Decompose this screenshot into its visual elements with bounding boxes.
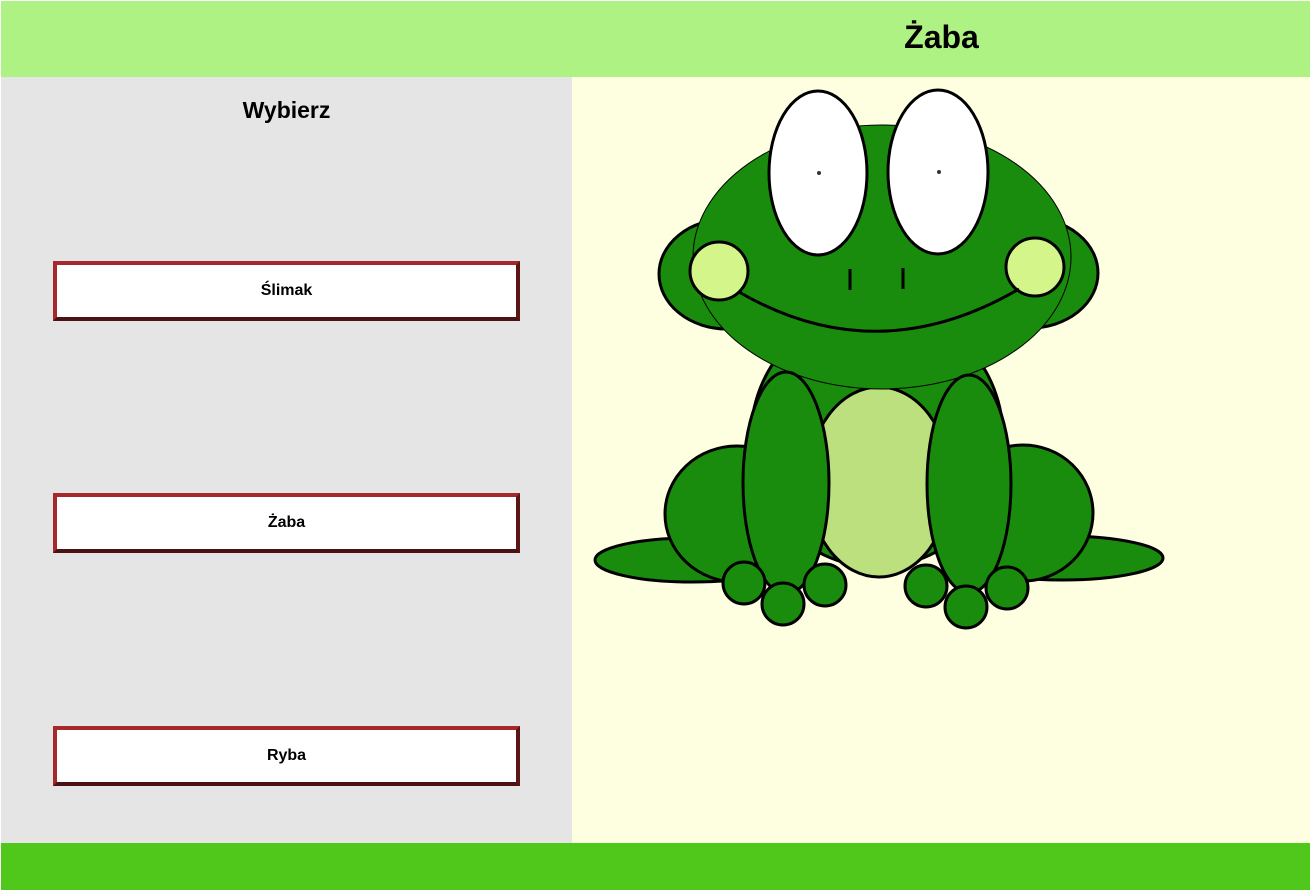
frog-left-arm [741, 370, 831, 596]
frog-right-toe-2 [943, 584, 989, 630]
frog-left-pupil [817, 171, 821, 175]
app-window: Żaba Wybierz Ślimak Żaba Ryba [0, 0, 1311, 891]
header-bar: Żaba [1, 1, 1310, 77]
choice-button-zaba[interactable]: Żaba [53, 493, 520, 553]
choice-button-slimak[interactable]: Ślimak [53, 261, 520, 321]
frog-left-cheek [688, 240, 750, 302]
page-title: Żaba [904, 19, 979, 55]
frog-right-cheek [1004, 236, 1066, 298]
footer-bar [1, 843, 1310, 890]
frog-right-pupil [937, 170, 941, 174]
frog-left-toe-3 [802, 562, 848, 608]
choice-sidebar: Wybierz Ślimak Żaba Ryba [1, 77, 572, 843]
drawing-canvas [572, 77, 1310, 843]
frog-right-toe-1 [903, 563, 949, 609]
frog-right-toe-3 [984, 565, 1030, 611]
frog-right-arm [925, 373, 1013, 595]
sidebar-title: Wybierz [242, 97, 331, 123]
frog-left-toe-2 [760, 581, 806, 627]
frog-left-toe-1 [721, 560, 767, 606]
choice-button-ryba[interactable]: Ryba [53, 726, 520, 786]
frog-illustration [593, 88, 1165, 630]
